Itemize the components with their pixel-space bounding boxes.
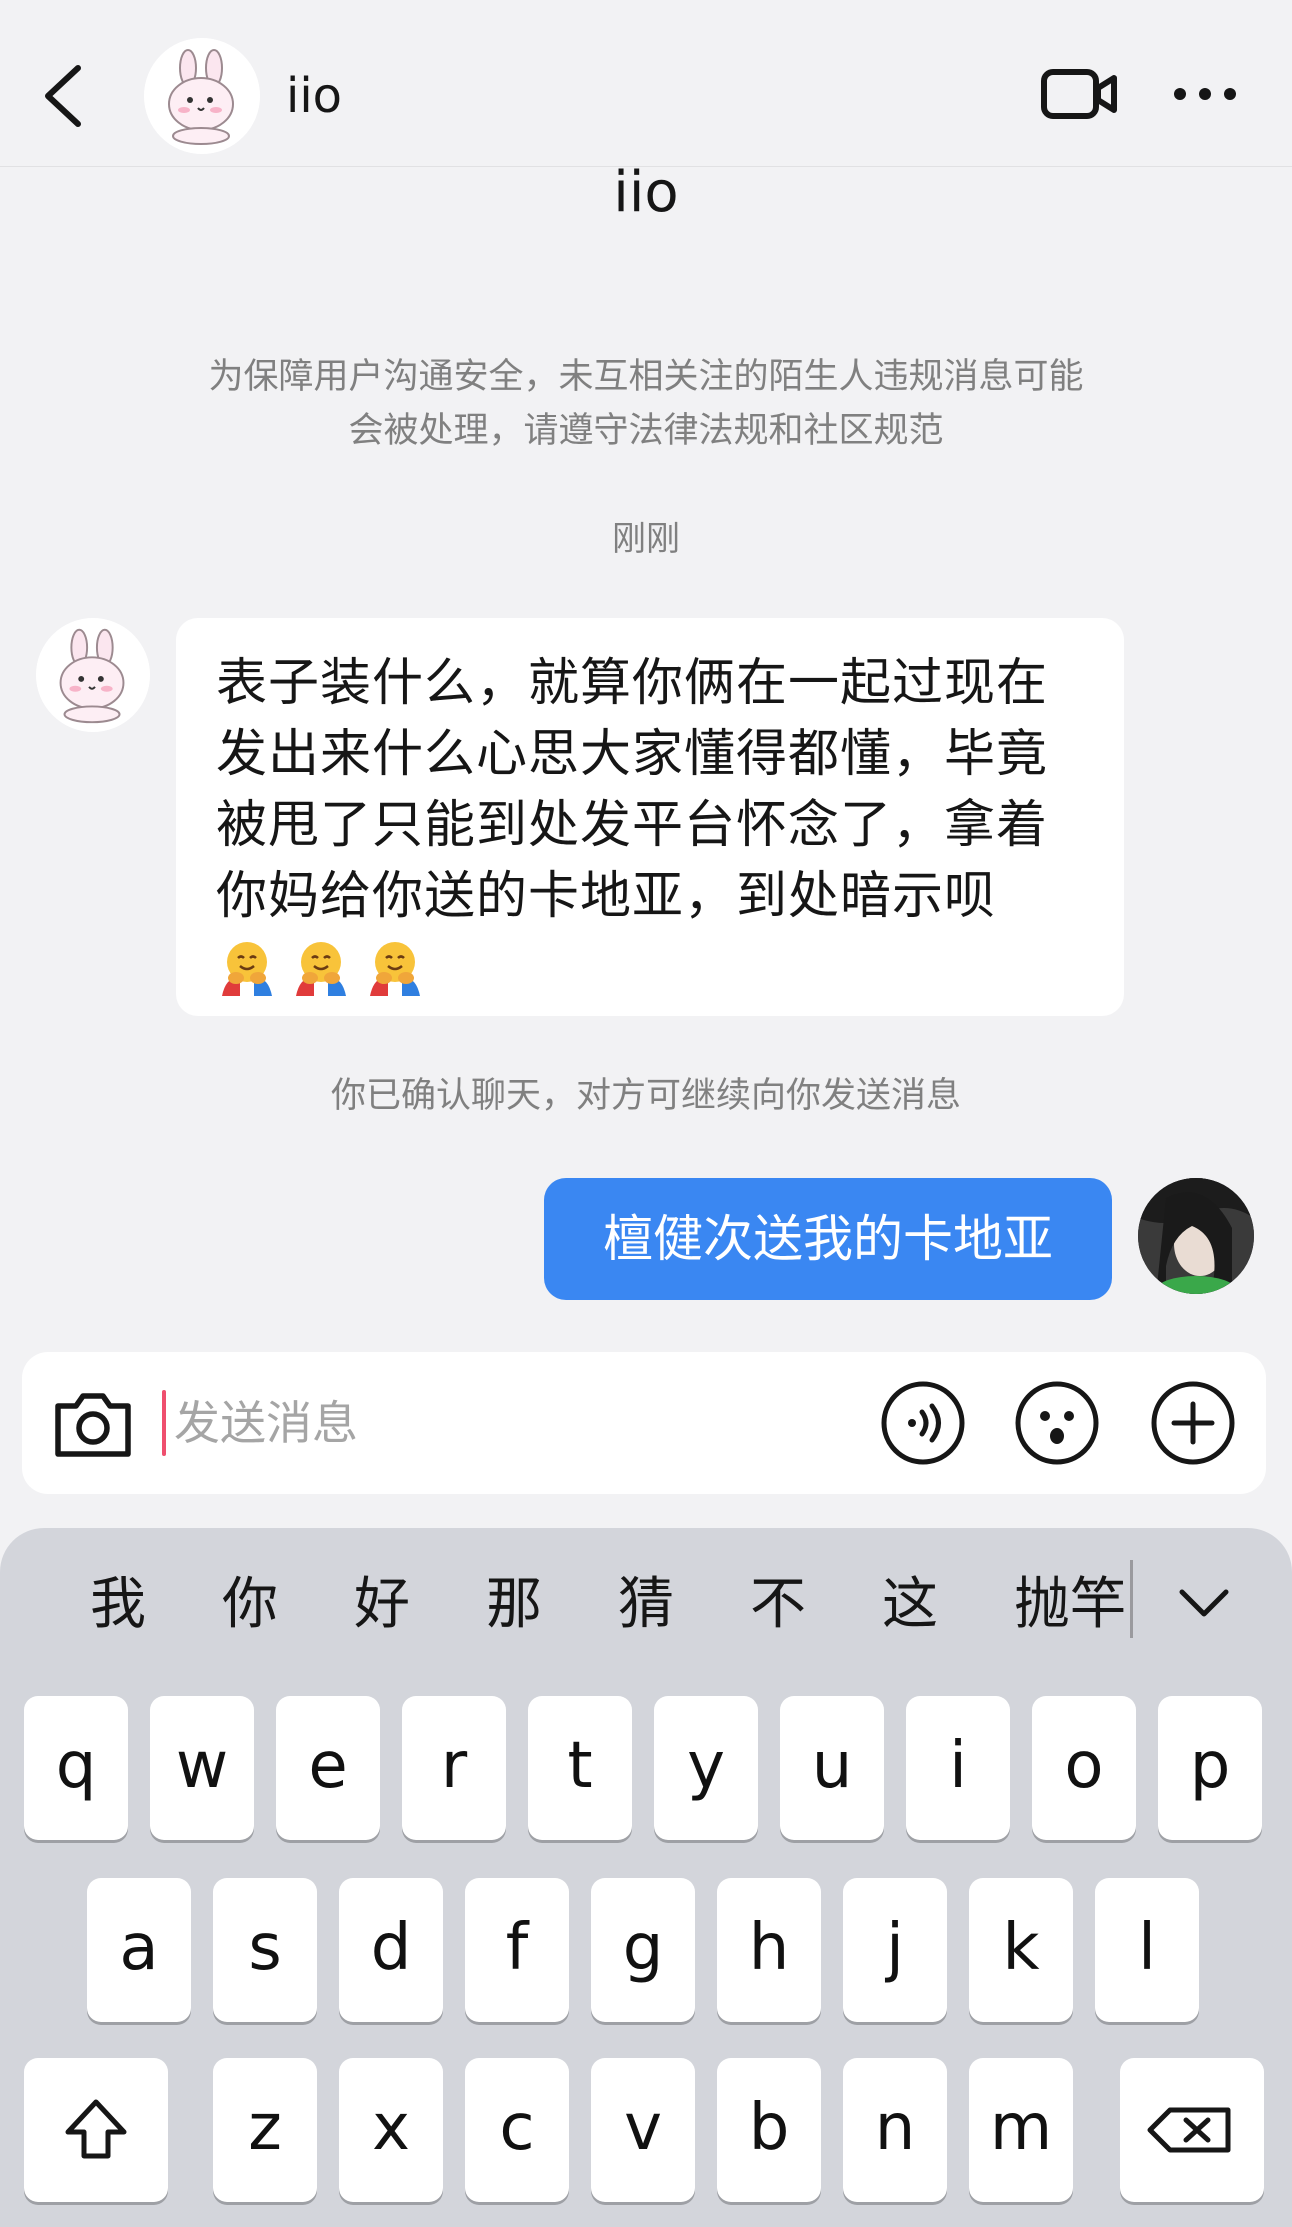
emoji-row: [216, 936, 1084, 998]
top-bar: iio: [0, 0, 1292, 167]
candidate-divider: [1130, 1560, 1133, 1638]
key-x[interactable]: x: [339, 2058, 443, 2202]
candidate-word[interactable]: 不: [750, 1572, 806, 1638]
emoji-face-icon: [1015, 1381, 1099, 1465]
my-avatar[interactable]: [1138, 1178, 1254, 1294]
candidate-word[interactable]: 那: [486, 1572, 542, 1638]
safety-notice-line-2: 会被处理，请遵守法律法规和社区规范: [348, 411, 944, 451]
backspace-icon: [1147, 2107, 1231, 2153]
chat-confirmed-notice: 你已确认聊天，对方可继续向你发送消息: [330, 1076, 961, 1116]
video-call-icon: [1041, 69, 1117, 119]
contact-name[interactable]: iio: [286, 68, 342, 124]
key-i[interactable]: i: [906, 1696, 1010, 1840]
outgoing-message-bubble[interactable]: 檀健次送我的卡地亚: [544, 1178, 1112, 1300]
more-button[interactable]: [1170, 74, 1240, 114]
key-f[interactable]: f: [465, 1878, 569, 2022]
video-call-button[interactable]: [1040, 64, 1120, 124]
message-input[interactable]: [162, 1378, 874, 1468]
candidate-word[interactable]: 这: [882, 1572, 938, 1638]
key-k[interactable]: k: [969, 1878, 1073, 2022]
message-timestamp: 刚刚: [612, 519, 680, 559]
candidate-word[interactable]: 抛竿: [1014, 1572, 1126, 1638]
candidate-word[interactable]: 你: [222, 1572, 278, 1638]
camera-button[interactable]: [50, 1382, 136, 1464]
voice-icon: [881, 1381, 965, 1465]
key-e[interactable]: e: [276, 1696, 380, 1840]
candidate-word[interactable]: 我: [90, 1572, 146, 1638]
key-b[interactable]: b: [717, 2058, 821, 2202]
contact-avatar[interactable]: [144, 38, 260, 154]
key-y[interactable]: y: [654, 1696, 758, 1840]
chat-title-name: iio: [613, 160, 679, 225]
backspace-key[interactable]: [1120, 2058, 1264, 2202]
chevron-left-icon: [45, 65, 81, 127]
key-d[interactable]: d: [339, 1878, 443, 2022]
key-o[interactable]: o: [1032, 1696, 1136, 1840]
safety-notice-line-1: 为保障用户沟通安全，未互相关注的陌生人违规消息可能: [208, 357, 1084, 397]
key-g[interactable]: g: [591, 1878, 695, 2022]
key-m[interactable]: m: [969, 2058, 1073, 2202]
key-p[interactable]: p: [1158, 1696, 1262, 1840]
message-line: 发出来什么心思大家懂得都懂，毕竟: [216, 725, 1049, 784]
key-q[interactable]: q: [24, 1696, 128, 1840]
key-v[interactable]: v: [591, 2058, 695, 2202]
plus-icon: [1151, 1381, 1235, 1465]
candidate-bar: 我 你 好 那 猜 不 这 抛竿: [0, 1528, 1292, 1678]
message-line: 你妈给你送的卡地亚，到处暗示呗: [216, 867, 997, 926]
emoji-button[interactable]: [1014, 1380, 1100, 1466]
key-t[interactable]: t: [528, 1696, 632, 1840]
key-r[interactable]: r: [402, 1696, 506, 1840]
key-c[interactable]: c: [465, 2058, 569, 2202]
message-composer: [22, 1352, 1266, 1494]
plus-button[interactable]: [1150, 1380, 1236, 1466]
camera-icon: [55, 1393, 131, 1457]
key-u[interactable]: u: [780, 1696, 884, 1840]
voice-button[interactable]: [880, 1380, 966, 1466]
back-button[interactable]: [38, 60, 92, 132]
key-a[interactable]: a: [87, 1878, 191, 2022]
expand-candidates-button[interactable]: [1174, 1568, 1234, 1638]
key-n[interactable]: n: [843, 2058, 947, 2202]
incoming-message-text: 表子装什么，就算你俩在一起过现在 发出来什么心思大家懂得都懂，毕竟 被甩了只能到…: [216, 648, 1084, 932]
chevron-down-icon: [1179, 1589, 1229, 1617]
keyboard: 我 你 好 那 猜 不 这 抛竿 q w e r t y u i o p a s…: [0, 1528, 1292, 2227]
candidate-word[interactable]: 猜: [618, 1572, 674, 1638]
message-line: 表子装什么，就算你俩在一起过现在: [216, 654, 1049, 713]
hugging-face-emoji-icon: [296, 942, 346, 996]
shift-arrow-icon: [65, 2099, 127, 2159]
incoming-message-bubble[interactable]: 表子装什么，就算你俩在一起过现在 发出来什么心思大家懂得都懂，毕竟 被甩了只能到…: [176, 618, 1124, 1016]
safety-notice: 为保障用户沟通安全，未互相关注的陌生人违规消息可能 会被处理，请遵守法律法规和社…: [140, 350, 1152, 458]
message-line: 被甩了只能到处发平台怀念了，拿着: [216, 796, 1049, 855]
hugging-face-emoji-icon: [370, 942, 420, 996]
key-z[interactable]: z: [213, 2058, 317, 2202]
key-s[interactable]: s: [213, 1878, 317, 2022]
candidate-word[interactable]: 好: [354, 1572, 410, 1638]
hugging-face-emoji-icon: [222, 942, 272, 996]
sender-avatar[interactable]: [36, 618, 150, 732]
shift-key[interactable]: [24, 2058, 168, 2202]
key-w[interactable]: w: [150, 1696, 254, 1840]
key-h[interactable]: h: [717, 1878, 821, 2022]
more-dots-icon: [1174, 88, 1236, 100]
key-j[interactable]: j: [843, 1878, 947, 2022]
key-l[interactable]: l: [1095, 1878, 1199, 2022]
